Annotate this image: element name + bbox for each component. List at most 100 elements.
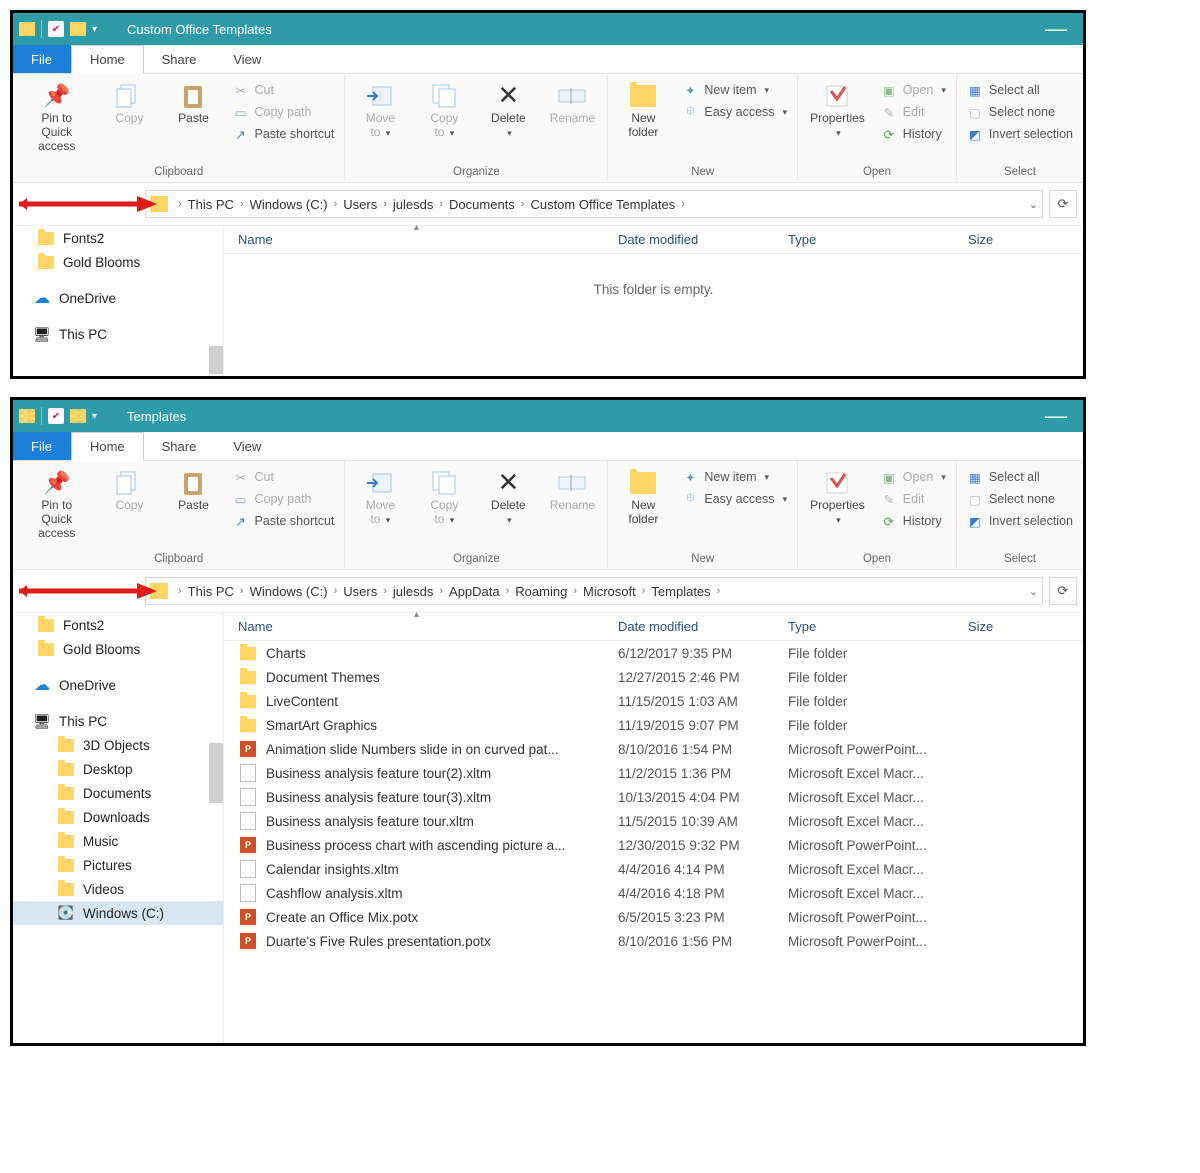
nav-item[interactable]: 💽Windows (C:) xyxy=(13,901,223,925)
nav-item[interactable]: 3D Objects xyxy=(13,733,223,757)
tab-home[interactable]: Home xyxy=(71,432,144,461)
list-item[interactable]: PDuarte's Five Rules presentation.potx8/… xyxy=(224,929,1083,953)
breadcrumb-segment[interactable]: Users xyxy=(343,584,377,599)
paste-shortcut-button[interactable]: ↗Paste shortcut xyxy=(228,511,338,531)
chevron-right-icon[interactable]: › xyxy=(500,585,516,597)
breadcrumb-segment[interactable]: This PC xyxy=(188,197,234,212)
tab-share[interactable]: Share xyxy=(144,432,216,460)
breadcrumb-segment[interactable]: Roaming xyxy=(515,584,567,599)
address-bar[interactable]: ›This PC›Windows (C:)›Users›julesds›Docu… xyxy=(145,190,1043,218)
breadcrumb-segment[interactable]: Microsoft xyxy=(583,584,636,599)
tab-view[interactable]: View xyxy=(215,45,280,73)
chevron-right-icon[interactable]: › xyxy=(711,585,727,597)
nav-pane[interactable]: Fonts2Gold Blooms ☁OneDrive 🖥This PC xyxy=(13,226,224,376)
copy-path-button[interactable]: ▭Copy path xyxy=(228,102,338,122)
tab-home[interactable]: Home xyxy=(71,45,144,74)
list-item[interactable]: Business analysis feature tour.xltm11/5/… xyxy=(224,809,1083,833)
history-button[interactable]: ⟳History xyxy=(877,511,950,531)
scrollbar-thumb[interactable] xyxy=(209,743,223,803)
list-item[interactable]: PCreate an Office Mix.potx6/5/2015 3:23 … xyxy=(224,905,1083,929)
list-item[interactable]: Business analysis feature tour(2).xltm11… xyxy=(224,761,1083,785)
list-item[interactable]: Cashflow analysis.xltm4/4/2016 4:18 PMMi… xyxy=(224,881,1083,905)
nav-item[interactable]: ☁OneDrive xyxy=(13,286,223,310)
paste-button[interactable]: Paste xyxy=(164,465,222,513)
list-item[interactable]: SmartArt Graphics11/19/2015 9:07 PMFile … xyxy=(224,713,1083,737)
tab-view[interactable]: View xyxy=(215,432,280,460)
delete-button[interactable]: ✕ Delete▾ xyxy=(479,78,537,140)
move-to-button[interactable]: Moveto ▾ xyxy=(351,78,409,140)
pin-to-quick-access-button[interactable]: 📌 Pin to Quickaccess xyxy=(19,465,94,540)
new-folder-button[interactable]: Newfolder xyxy=(614,78,672,140)
chevron-right-icon[interactable]: › xyxy=(234,585,250,597)
chevron-right-icon[interactable]: › xyxy=(515,198,531,210)
breadcrumb-segment[interactable]: Documents xyxy=(449,197,515,212)
nav-item[interactable]: Desktop xyxy=(13,757,223,781)
cut-button[interactable]: ✂Cut xyxy=(228,80,338,100)
invert-selection-button[interactable]: ◩Invert selection xyxy=(963,124,1077,144)
select-none-button[interactable]: ▢Select none xyxy=(963,102,1077,122)
nav-item[interactable]: Videos xyxy=(13,877,223,901)
chevron-right-icon[interactable]: › xyxy=(328,585,344,597)
chevron-right-icon[interactable]: › xyxy=(433,585,449,597)
column-header-date[interactable]: Date modified xyxy=(618,619,788,634)
address-dropdown-icon[interactable]: ⌄ xyxy=(1029,198,1038,211)
nav-item[interactable]: 🖥This PC xyxy=(13,709,223,733)
chevron-right-icon[interactable]: › xyxy=(675,198,691,210)
breadcrumb-segment[interactable]: Windows (C:) xyxy=(250,584,328,599)
column-header-type[interactable]: Type xyxy=(788,232,968,247)
list-item[interactable]: Calendar insights.xltm4/4/2016 4:14 PMMi… xyxy=(224,857,1083,881)
chevron-right-icon[interactable]: › xyxy=(377,198,393,210)
chevron-right-icon[interactable]: › xyxy=(377,585,393,597)
select-all-button[interactable]: ▦Select all xyxy=(963,80,1077,100)
nav-item[interactable]: Gold Blooms xyxy=(13,250,223,274)
list-item[interactable]: PAnimation slide Numbers slide in on cur… xyxy=(224,737,1083,761)
nav-item[interactable]: Fonts2 xyxy=(13,226,223,250)
column-header-size[interactable]: Size xyxy=(968,232,1028,247)
chevron-right-icon[interactable]: › xyxy=(433,198,449,210)
column-header-size[interactable]: Size xyxy=(968,619,1028,634)
paste-button[interactable]: Paste xyxy=(164,78,222,126)
pin-to-quick-access-button[interactable]: 📌 Pin to Quickaccess xyxy=(19,78,94,153)
rename-button[interactable]: Rename xyxy=(543,465,601,513)
qat-properties-icon[interactable]: ✔ xyxy=(48,21,64,37)
refresh-button[interactable]: ⟳ xyxy=(1049,190,1077,218)
refresh-button[interactable]: ⟳ xyxy=(1049,577,1077,605)
easy-access-button[interactable]: ⯐Easy access▾ xyxy=(678,102,791,122)
nav-item[interactable]: 🖥This PC xyxy=(13,322,223,346)
copy-path-button[interactable]: ▭Copy path xyxy=(228,489,338,509)
open-button[interactable]: ▣Open▾ xyxy=(877,467,950,487)
properties-button[interactable]: Properties▾ xyxy=(804,78,871,140)
breadcrumb-segment[interactable]: julesds xyxy=(393,197,433,212)
nav-item[interactable]: Downloads xyxy=(13,805,223,829)
edit-button[interactable]: ✎Edit xyxy=(877,102,950,122)
nav-item[interactable]: Fonts2 xyxy=(13,613,223,637)
column-header-type[interactable]: Type xyxy=(788,619,968,634)
invert-selection-button[interactable]: ◩Invert selection xyxy=(963,511,1077,531)
copy-button[interactable]: Copy xyxy=(100,465,158,513)
move-to-button[interactable]: Moveto ▾ xyxy=(351,465,409,527)
address-bar[interactable]: ›This PC›Windows (C:)›Users›julesds›AppD… xyxy=(145,577,1043,605)
breadcrumb-segment[interactable]: Custom Office Templates xyxy=(530,197,675,212)
minimize-button[interactable]: — xyxy=(1035,403,1077,429)
list-item[interactable]: PBusiness process chart with ascending p… xyxy=(224,833,1083,857)
qat-properties-icon[interactable]: ✔ xyxy=(48,408,64,424)
column-header-name[interactable]: Name xyxy=(238,232,618,247)
copy-to-button[interactable]: Copyto ▾ xyxy=(415,78,473,140)
copy-to-button[interactable]: Copyto ▾ xyxy=(415,465,473,527)
select-all-button[interactable]: ▦Select all xyxy=(963,467,1077,487)
cut-button[interactable]: ✂Cut xyxy=(228,467,338,487)
properties-button[interactable]: Properties▾ xyxy=(804,465,871,527)
qat-dropdown-icon[interactable]: ▾ xyxy=(92,24,97,35)
paste-shortcut-button[interactable]: ↗Paste shortcut xyxy=(228,124,338,144)
column-header-name[interactable]: Name xyxy=(238,619,618,634)
new-item-button[interactable]: ✦New item▾ xyxy=(678,80,791,100)
breadcrumb-segment[interactable]: Windows (C:) xyxy=(250,197,328,212)
qat-dropdown-icon[interactable]: ▾ xyxy=(92,411,97,422)
list-item[interactable]: Charts6/12/2017 9:35 PMFile folder xyxy=(224,641,1083,665)
minimize-button[interactable]: — xyxy=(1035,16,1077,42)
nav-pane[interactable]: Fonts2Gold Blooms☁OneDrive🖥This PC3D Obj… xyxy=(13,613,224,1043)
nav-item[interactable]: ☁OneDrive xyxy=(13,673,223,697)
chevron-right-icon[interactable]: › xyxy=(234,198,250,210)
list-item[interactable]: Business analysis feature tour(3).xltm10… xyxy=(224,785,1083,809)
tab-file[interactable]: File xyxy=(13,432,71,460)
